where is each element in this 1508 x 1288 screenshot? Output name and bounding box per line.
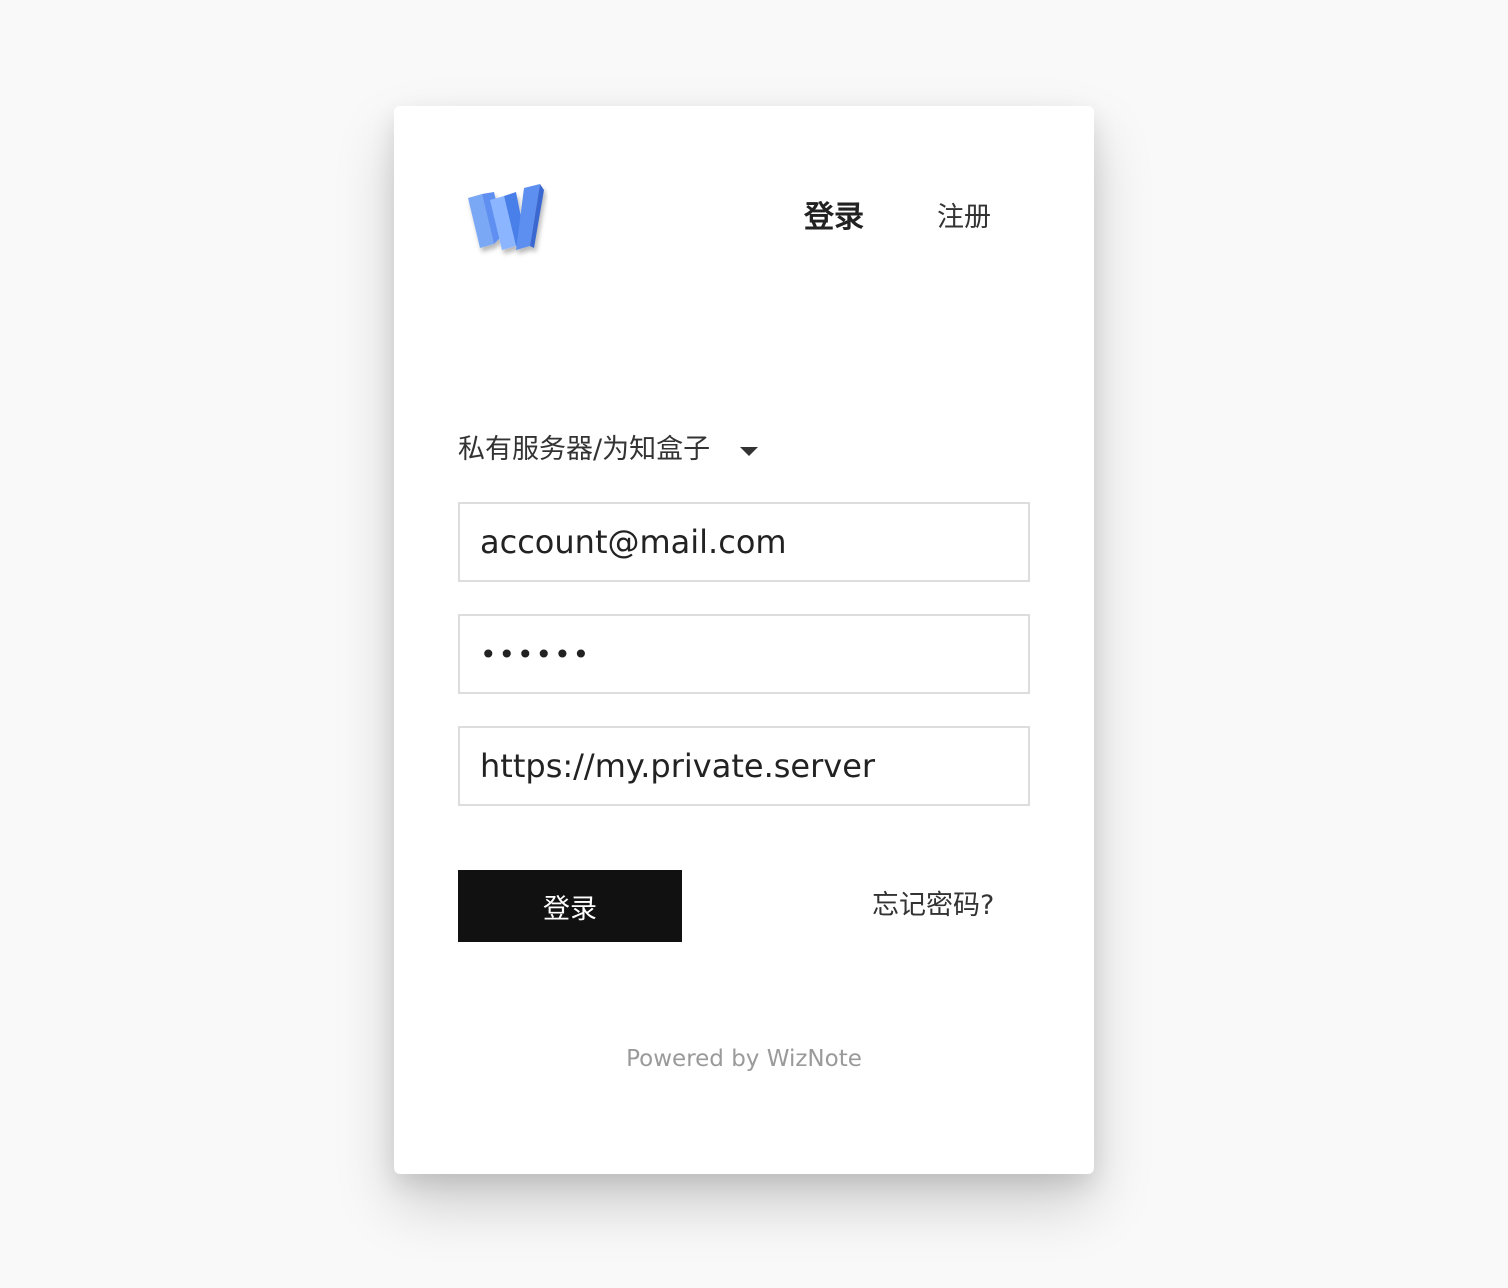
server-url-field-wrapper bbox=[458, 726, 1030, 806]
email-field-wrapper bbox=[458, 502, 1030, 582]
tab-register[interactable]: 注册 bbox=[937, 198, 991, 238]
powered-by-footer: Powered by WizNote bbox=[626, 1046, 862, 1072]
server-type-label: 私有服务器/为知盒子 bbox=[458, 434, 711, 465]
wiznote-logo-icon bbox=[464, 182, 548, 262]
login-button[interactable]: 登录 bbox=[458, 870, 682, 942]
password-field-wrapper bbox=[458, 614, 1030, 694]
server-url-field[interactable] bbox=[460, 728, 1028, 804]
forgot-password-link[interactable]: 忘记密码? bbox=[872, 886, 994, 926]
tab-login[interactable]: 登录 bbox=[804, 198, 864, 238]
caret-down-icon bbox=[740, 446, 759, 456]
email-field[interactable] bbox=[460, 504, 1028, 580]
password-field[interactable] bbox=[460, 616, 1028, 692]
login-dialog: 登录 注册 私有服务器/为知盒子 登录 忘记密码? Powered by Wiz… bbox=[394, 106, 1094, 1174]
server-type-dropdown[interactable]: 私有服务器/为知盒子 bbox=[458, 430, 759, 470]
